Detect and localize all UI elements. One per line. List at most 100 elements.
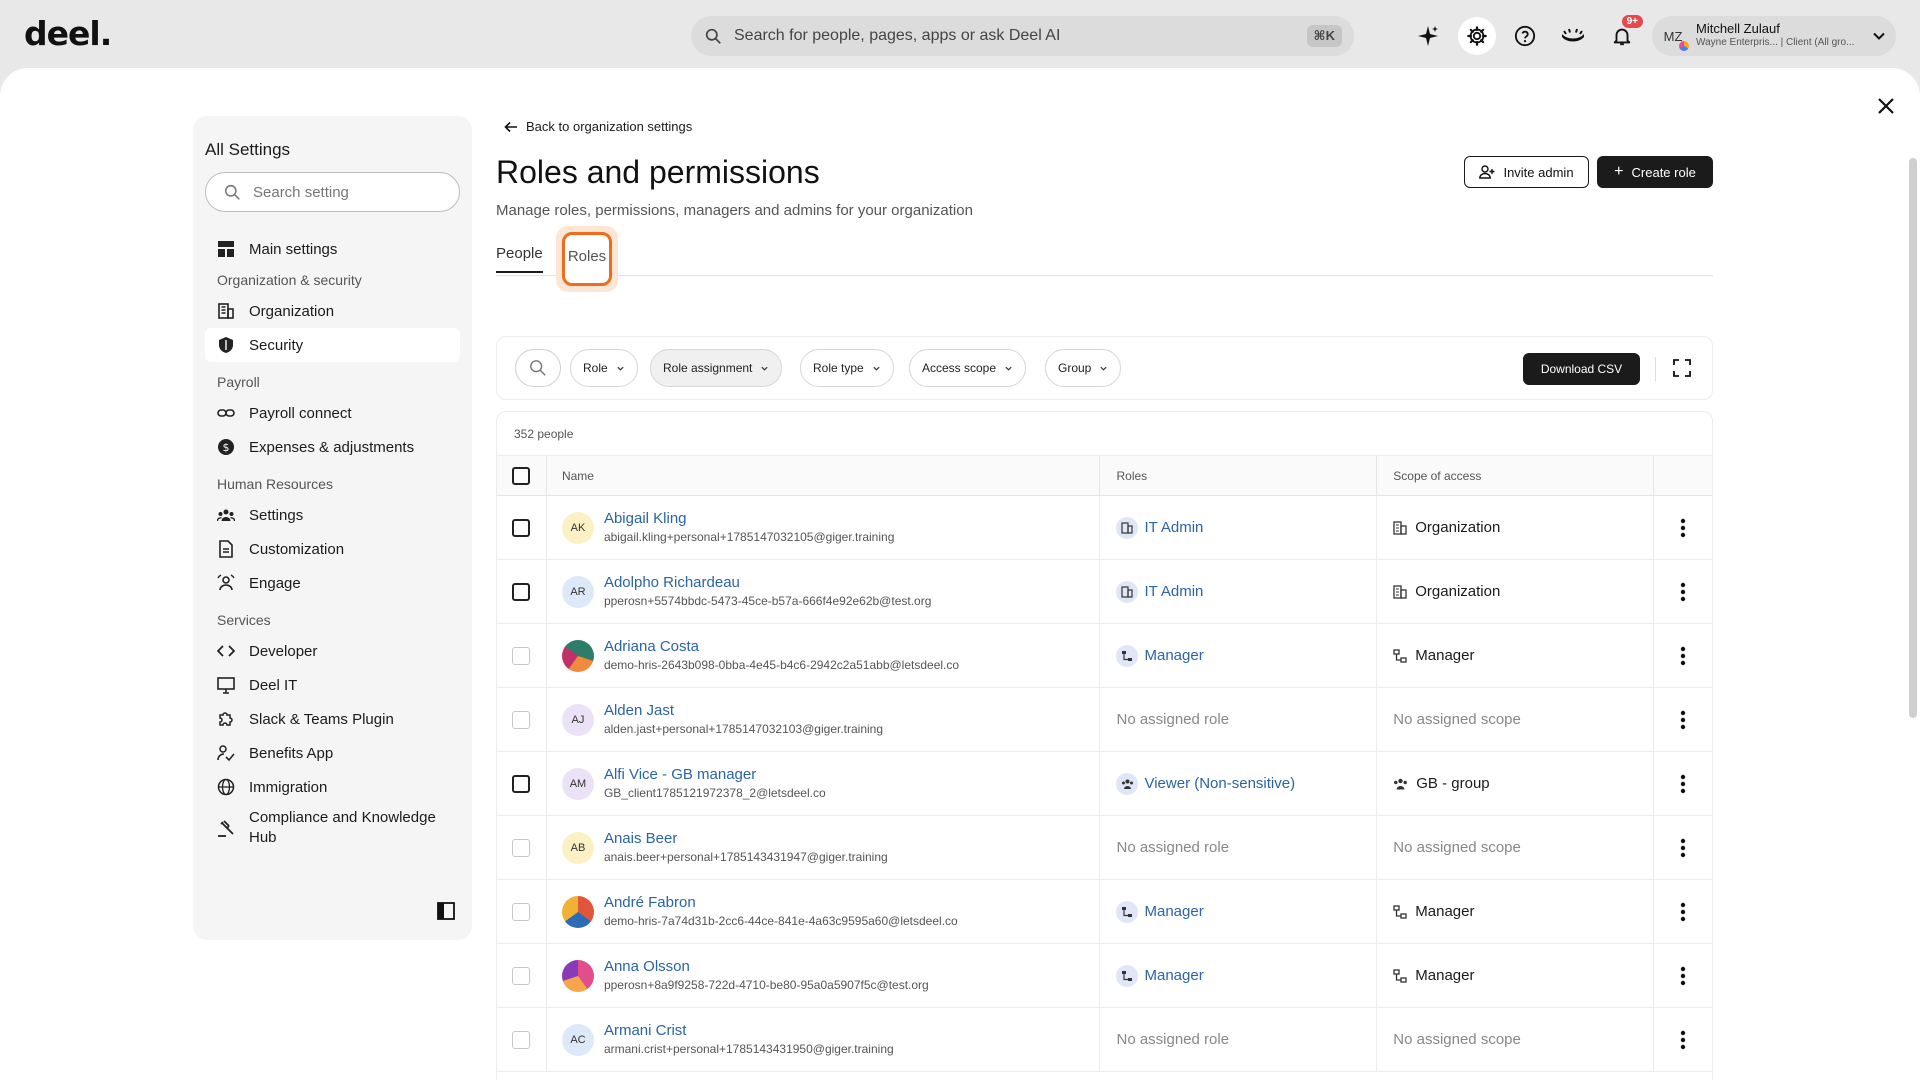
person-name-link[interactable]: Adolpho Richardeau [604, 573, 931, 592]
more-vertical-icon[interactable] [1680, 582, 1686, 602]
sidebar-item-expenses[interactable]: $ Expenses & adjustments [205, 430, 460, 464]
main-content: Back to organization settings Roles and … [496, 68, 1713, 1080]
ai-sparkle-button[interactable] [1409, 17, 1447, 55]
filter-role-type[interactable]: Role type [800, 349, 894, 387]
filter-role[interactable]: Role [570, 349, 638, 387]
table-search-button[interactable] [515, 349, 561, 387]
more-vertical-icon[interactable] [1680, 774, 1686, 794]
row-checkbox[interactable] [512, 774, 531, 793]
avatar-initials: AC [570, 1033, 586, 1046]
person-name-link[interactable]: André Fabron [604, 893, 958, 912]
role-link[interactable]: Viewer (Non-sensitive) [1116, 772, 1295, 795]
filter-bar: Role Role assignment Role type Access sc… [496, 336, 1713, 400]
table-row[interactable]: AM Alfi Vice - GB manager GB_client17851… [497, 752, 1712, 816]
sidebar-item-main-settings[interactable]: Main settings [205, 232, 460, 266]
header-name[interactable]: Name [547, 456, 1101, 495]
avatar: AB [561, 831, 594, 864]
sidebar-item-benefits[interactable]: Benefits App [205, 736, 460, 770]
more-vertical-icon[interactable] [1680, 838, 1686, 858]
global-search[interactable]: Search for people, pages, apps or ask De… [691, 16, 1354, 56]
close-icon[interactable] [1874, 94, 1898, 118]
sidebar-item-developer[interactable]: Developer [205, 634, 460, 668]
more-vertical-icon[interactable] [1680, 1030, 1686, 1050]
table-row[interactable]: AC Armani Crist armani.crist+personal+17… [497, 1008, 1712, 1072]
row-checkbox[interactable] [512, 646, 531, 665]
person-name-link[interactable]: Armani Crist [604, 1021, 894, 1040]
sidebar-item-immigration[interactable]: Immigration [205, 770, 460, 804]
settings-button[interactable] [1458, 17, 1496, 55]
sidebar-item-slack-teams[interactable]: Slack & Teams Plugin [205, 702, 460, 736]
document-icon [219, 540, 233, 558]
select-all-checkbox[interactable] [512, 466, 531, 485]
avatar [561, 895, 594, 928]
search-icon [705, 28, 721, 44]
row-checkbox[interactable] [512, 582, 531, 601]
role-link[interactable]: Manager [1116, 964, 1204, 987]
filter-group[interactable]: Group [1045, 349, 1122, 387]
privacy-toggle-button[interactable] [1554, 17, 1592, 55]
role-link[interactable]: Manager [1116, 900, 1204, 923]
row-checkbox[interactable] [512, 710, 531, 729]
sidebar-item-security[interactable]: Security [205, 328, 460, 362]
deel-logo[interactable]: deel. [24, 14, 112, 53]
table-row[interactable]: Anna Olsson pperosn+8a9f9258-722d-4710-b… [497, 944, 1712, 1008]
table-row[interactable]: AJ Alden Jast alden.jast+personal+178514… [497, 688, 1712, 752]
person-name-link[interactable]: Anna Olsson [604, 957, 929, 976]
expand-icon[interactable] [1673, 359, 1691, 377]
header-roles[interactable]: Roles [1100, 456, 1378, 495]
more-vertical-icon[interactable] [1680, 646, 1686, 666]
table-row[interactable]: André Fabron demo-hris-7a74d31b-2cc6-44c… [497, 880, 1712, 944]
more-vertical-icon[interactable] [1680, 966, 1686, 986]
person-name-link[interactable]: Abigail Kling [604, 509, 894, 528]
table-row[interactable]: AK Abigail Kling abigail.kling+personal+… [497, 496, 1712, 560]
back-link[interactable]: Back to organization settings [504, 119, 692, 134]
table-row[interactable]: AB Anais Beer anais.beer+personal+178514… [497, 816, 1712, 880]
person-name-link[interactable]: Anais Beer [604, 829, 888, 848]
row-checkbox[interactable] [512, 1030, 531, 1049]
help-button[interactable] [1506, 17, 1544, 55]
manager-role-icon [1116, 900, 1139, 923]
sidebar-item-deel-it[interactable]: Deel IT [205, 668, 460, 702]
filter-role-assignment[interactable]: Role assignment [650, 349, 783, 387]
gear-icon [1467, 26, 1487, 46]
row-checkbox[interactable] [512, 838, 531, 857]
person-name-link[interactable]: Alden Jast [604, 701, 883, 720]
role-link[interactable]: IT Admin [1116, 580, 1203, 603]
tab-roles[interactable]: Roles [556, 226, 618, 292]
row-checkbox[interactable] [512, 518, 531, 537]
people-group-icon [217, 509, 235, 522]
add-user-icon [1479, 165, 1495, 179]
row-checkbox[interactable] [512, 902, 531, 921]
setting-search-input[interactable]: Search setting [205, 172, 460, 212]
more-vertical-icon[interactable] [1680, 902, 1686, 922]
row-checkbox[interactable] [512, 966, 531, 985]
collapse-sidebar-icon[interactable] [437, 902, 455, 920]
user-subtitle: Wayne Enterpris... | Client (All gro... [1696, 37, 1855, 48]
filter-access-scope[interactable]: Access scope [909, 349, 1027, 387]
role-link[interactable]: IT Admin [1116, 516, 1203, 539]
user-menu[interactable]: MZ Mitchell Zulauf Wayne Enterpris... | … [1652, 16, 1896, 56]
notifications-button[interactable]: 9+ [1603, 13, 1645, 55]
section-hr: Human Resources [217, 476, 333, 492]
invite-admin-button[interactable]: Invite admin [1464, 156, 1589, 188]
role-link[interactable]: Manager [1116, 644, 1204, 667]
chevron-down-icon [1873, 32, 1885, 40]
sidebar-item-organization[interactable]: Organization [205, 294, 460, 328]
plus-icon: + [1614, 163, 1624, 180]
sidebar-item-engage[interactable]: Engage [205, 566, 460, 600]
table-row[interactable]: AR Adolpho Richardeau pperosn+5574bbdc-5… [497, 560, 1712, 624]
more-vertical-icon[interactable] [1680, 710, 1686, 730]
sidebar-item-customization[interactable]: Customization [205, 532, 460, 566]
header-scope[interactable]: Scope of access [1377, 456, 1655, 495]
create-role-button[interactable]: + Create role [1597, 156, 1713, 188]
person-name-link[interactable]: Adriana Costa [604, 637, 959, 656]
tab-people[interactable]: People [496, 245, 543, 273]
sidebar-item-payroll-connect[interactable]: Payroll connect [205, 396, 460, 430]
page-scrollbar[interactable] [1909, 158, 1917, 718]
table-row[interactable]: Adriana Costa demo-hris-2643b098-0bba-4e… [497, 624, 1712, 688]
sidebar-item-hr-settings[interactable]: Settings [205, 498, 460, 532]
more-vertical-icon[interactable] [1680, 518, 1686, 538]
download-csv-button[interactable]: Download CSV [1523, 353, 1640, 385]
sidebar-item-compliance[interactable]: Compliance and Knowledge Hub [205, 804, 460, 852]
person-name-link[interactable]: Alfi Vice - GB manager [604, 765, 826, 784]
